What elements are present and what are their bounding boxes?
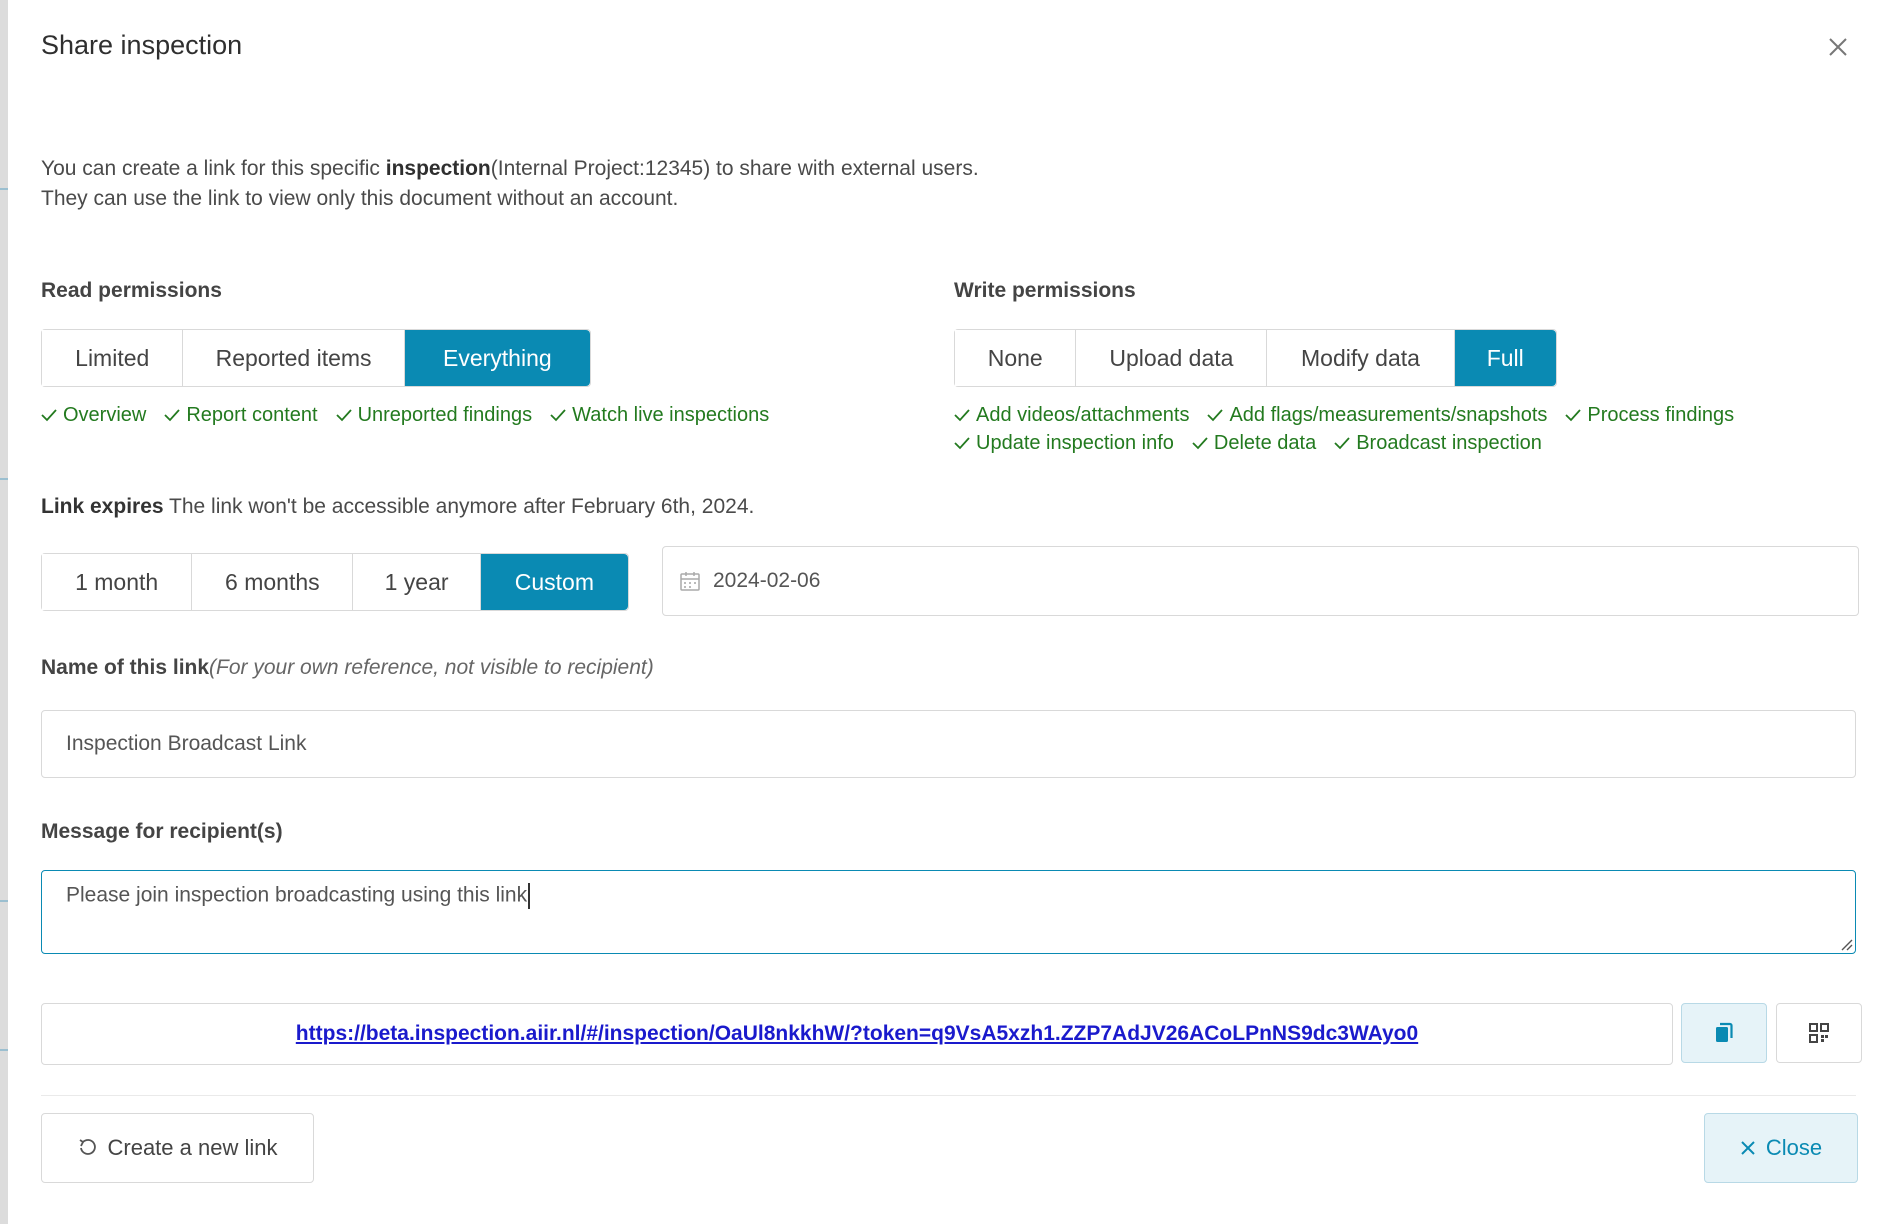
background-mark xyxy=(0,188,8,190)
expiry-option-1-year[interactable]: 1 year xyxy=(353,554,481,610)
expiry-date-input[interactable]: 2024-02-06 xyxy=(662,546,1859,616)
check-label: Unreported findings xyxy=(357,403,533,426)
copy-link-button[interactable] xyxy=(1681,1003,1767,1063)
read-option-limited[interactable]: Limited xyxy=(42,330,184,386)
expiry-option-6-months[interactable]: 6 months xyxy=(192,554,354,610)
qr-code-button[interactable] xyxy=(1776,1003,1862,1063)
link-expiry-text: Link expires The link won't be accessibl… xyxy=(41,495,754,519)
intro-prefix: You can create a link for this specific xyxy=(41,157,386,180)
check-item: Process findings xyxy=(1565,404,1734,427)
check-label: Report content xyxy=(186,403,318,426)
link-name-input[interactable]: Inspection Broadcast Link xyxy=(41,710,1856,778)
check-item: Unreported findings xyxy=(335,403,533,427)
read-permissions-label: Read permissions xyxy=(41,279,222,302)
dialog-close-button[interactable] xyxy=(1823,32,1853,62)
background-mark xyxy=(0,900,8,902)
close-button-label: Close xyxy=(1765,1135,1823,1160)
link-name-title: Name of this link xyxy=(41,656,210,679)
checkmark-icon xyxy=(1192,437,1208,450)
checkmark-icon xyxy=(164,409,181,422)
check-label: Delete data xyxy=(1213,431,1317,454)
read-option-reported-items[interactable]: Reported items xyxy=(183,330,405,386)
check-label: Update inspection info xyxy=(976,431,1174,454)
message-value: Please join inspection broadcasting usin… xyxy=(66,883,528,907)
checkmark-icon xyxy=(335,409,352,422)
read-option-everything[interactable]: Everything xyxy=(404,330,590,386)
link-name-hint: (For your own reference, not visible to … xyxy=(209,656,654,679)
checkmark-icon xyxy=(954,409,970,422)
background-mark xyxy=(0,478,8,480)
link-expiry-label: Link expires xyxy=(41,495,164,518)
text-caret xyxy=(528,883,531,909)
link-name-value: Inspection Broadcast Link xyxy=(66,732,307,755)
check-label: Add flags/measurements/snapshots xyxy=(1229,403,1548,426)
check-item: Report content xyxy=(164,403,318,427)
share-link-url[interactable]: https://beta.inspection.aiir.nl/#/inspec… xyxy=(296,1022,1418,1046)
write-option-modify-data[interactable]: Modify data xyxy=(1267,330,1455,386)
write-option-none[interactable]: None xyxy=(955,330,1077,386)
create-new-link-button[interactable]: Create a new link xyxy=(41,1113,314,1183)
calendar-icon xyxy=(679,570,701,592)
write-permissions-label: Write permissions xyxy=(954,279,1136,302)
create-new-link-label: Create a new link xyxy=(107,1135,278,1160)
resize-grip-icon[interactable] xyxy=(1839,937,1853,951)
write-option-upload-data[interactable]: Upload data xyxy=(1076,330,1268,386)
message-title: Message for recipient(s) xyxy=(41,820,283,843)
expiry-date-value: 2024-02-06 xyxy=(713,569,821,592)
check-label: Watch live inspections xyxy=(572,403,770,426)
check-item: Broadcast inspection xyxy=(1334,432,1542,455)
message-textarea[interactable]: Please join inspection broadcasting usin… xyxy=(41,870,1856,954)
intro-suffix: (Internal Project:12345) to share with e… xyxy=(490,157,979,180)
copy-icon xyxy=(1716,1022,1733,1042)
read-permissions-checks: Overview Report content Unreported findi… xyxy=(41,401,787,429)
checkmark-icon xyxy=(550,409,566,422)
share-link-box: https://beta.inspection.aiir.nl/#/inspec… xyxy=(41,1003,1673,1065)
checkmark-icon xyxy=(954,437,970,450)
write-permissions-selector: None Upload data Modify data Full xyxy=(954,329,1557,387)
read-permissions-selector: Limited Reported items Everything xyxy=(41,329,591,387)
refresh-icon xyxy=(79,1139,96,1155)
close-icon xyxy=(1741,1141,1755,1155)
check-item: Delete data xyxy=(1192,432,1316,455)
intro-text: You can create a link for this specific … xyxy=(41,154,979,214)
checkmark-icon xyxy=(1565,409,1582,422)
write-option-full[interactable]: Full xyxy=(1454,330,1556,386)
background-window-edge xyxy=(0,0,8,1224)
check-label: Process findings xyxy=(1587,403,1735,426)
link-expiry-description: The link won't be accessible anymore aft… xyxy=(163,495,755,518)
check-item: Update inspection info xyxy=(954,432,1174,455)
check-item: Add videos/attachments xyxy=(954,404,1189,427)
check-label: Overview xyxy=(63,403,147,426)
background-mark xyxy=(0,1049,8,1051)
message-label: Message for recipient(s) xyxy=(41,820,283,844)
checkmark-icon xyxy=(1334,437,1350,450)
expiry-selector: 1 month 6 months 1 year Custom xyxy=(41,553,629,611)
check-label: Add videos/attachments xyxy=(976,403,1190,426)
check-item: Watch live inspections xyxy=(550,404,769,427)
dialog-title: Share inspection xyxy=(41,30,243,60)
write-permissions-checks: Add videos/attachments Add flags/measure… xyxy=(954,401,1752,457)
close-button[interactable]: Close xyxy=(1704,1113,1858,1183)
check-item: Overview xyxy=(41,404,146,427)
check-label: Broadcast inspection xyxy=(1356,431,1542,454)
intro-line2: They can use the link to view only this … xyxy=(41,187,679,210)
footer-divider xyxy=(41,1095,1856,1096)
close-icon xyxy=(1829,38,1847,56)
check-item: Add flags/measurements/snapshots xyxy=(1207,404,1547,427)
checkmark-icon xyxy=(41,409,57,422)
checkmark-icon xyxy=(1207,409,1224,422)
expiry-option-custom[interactable]: Custom xyxy=(480,554,628,610)
share-inspection-dialog: Share inspection You can create a link f… xyxy=(8,0,1878,1224)
intro-bold: inspection xyxy=(385,157,491,180)
expiry-option-1-month[interactable]: 1 month xyxy=(42,554,193,610)
link-name-label: Name of this link(For your own reference… xyxy=(41,656,654,680)
qr-code-icon xyxy=(1809,1023,1829,1043)
